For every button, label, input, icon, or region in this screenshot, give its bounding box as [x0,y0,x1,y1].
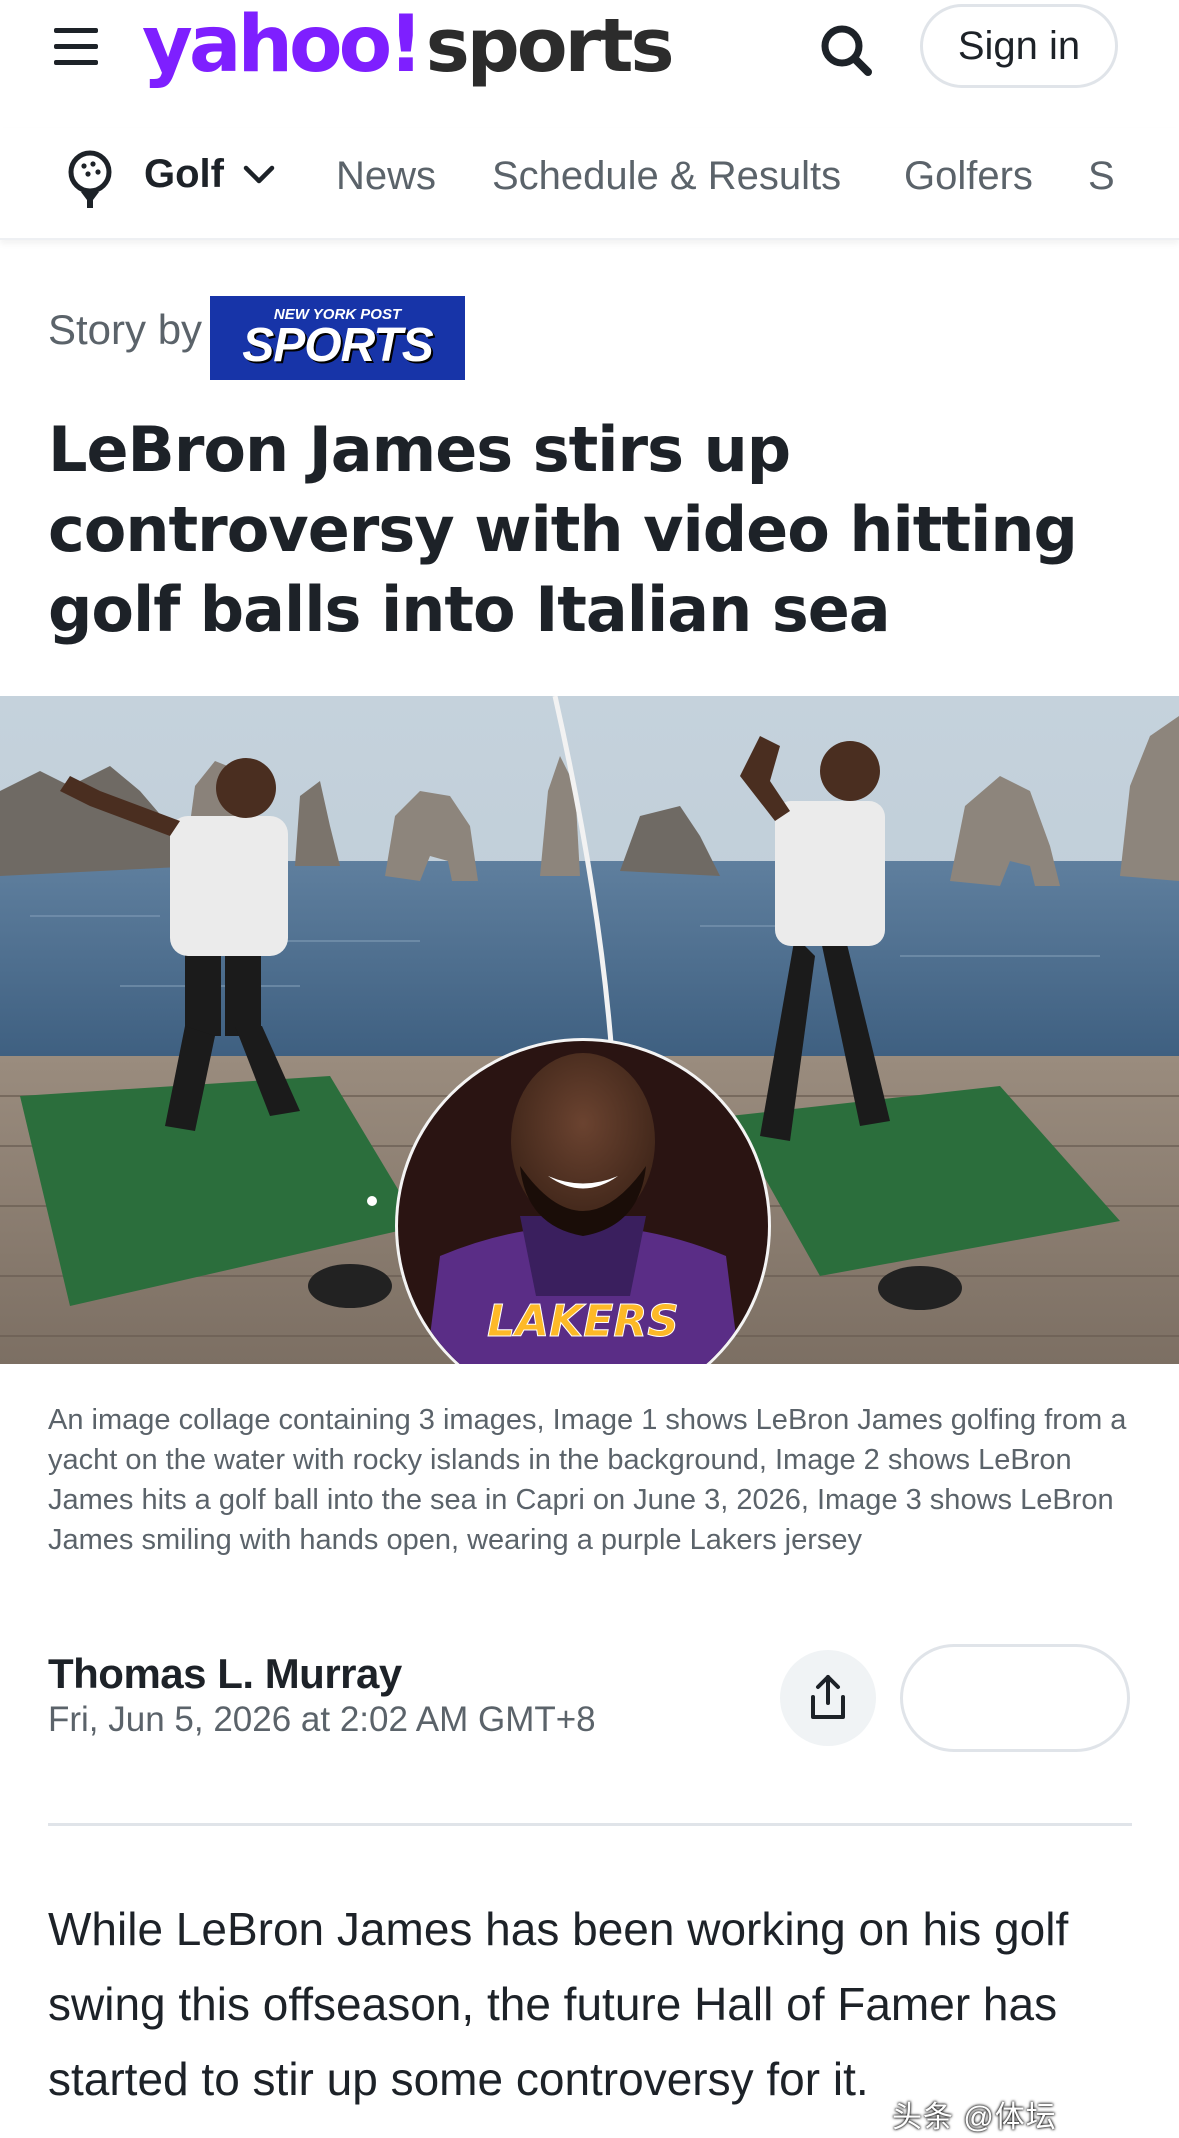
nav-golfers[interactable]: Golfers [904,154,1033,199]
sport-selector-label: Golf [144,152,224,196]
share-button[interactable] [780,1650,876,1746]
image-caption: An image collage containing 3 images, Im… [48,1404,1127,1556]
reactions-button[interactable] [900,1644,1130,1752]
sport-subnav: Golf News Schedule & Results Golfers S [0,128,1179,240]
menu-icon[interactable] [52,24,102,68]
nyp-logo-big-text: SPORTS [242,319,434,372]
article-body-paragraph: While LeBron James has been working on h… [48,1903,1069,2105]
logo-yahoo-text: yahoo! [142,0,424,90]
nav-more-truncated[interactable]: S [1088,154,1115,199]
share-icon [811,1675,845,1719]
golf-ball-icon [64,148,116,210]
source-watermark: 头条 @体坛 [892,2101,1057,2134]
content-divider [48,1823,1132,1826]
nav-schedule-results[interactable]: Schedule & Results [492,154,841,199]
author-name[interactable]: Thomas L. Murray [48,1650,402,1698]
search-icon[interactable] [812,20,882,80]
lakers-jersey-text: LAKERS [487,1296,679,1347]
sign-in-button[interactable]: Sign in [920,4,1118,88]
top-bar: yahoo! sports Sign in [0,0,1179,100]
new-york-post-sports-logo[interactable]: NEW YORK POST SPORTS [210,296,465,380]
article-headline: LeBron James stirs up controversy with v… [48,413,1078,646]
article-hero-image[interactable]: LAKERS [0,696,1179,1364]
sport-selector[interactable]: Golf [144,152,276,197]
logo-sports-text: sports [425,3,675,89]
publish-date: Fri, Jun 5, 2026 at 2:02 AM GMT+8 [48,1700,596,1739]
nav-news[interactable]: News [336,154,436,199]
yahoo-sports-logo[interactable]: yahoo! sports [142,0,675,90]
story-by-label: Story by [48,306,203,353]
chevron-down-icon [243,165,275,183]
